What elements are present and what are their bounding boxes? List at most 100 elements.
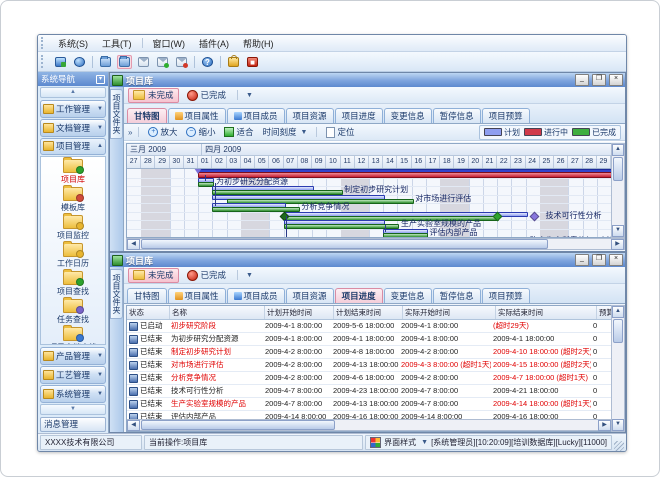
menu-item-3[interactable]: 插件(A) <box>192 36 236 51</box>
tab-7[interactable]: 项目预算 <box>482 288 530 303</box>
sidebar-tab-messages[interactable]: 消息管理 <box>40 417 106 432</box>
scroll-up-icon[interactable]: ▲ <box>612 306 624 318</box>
table-row-6[interactable]: 已结束生产实验室规模的产品2009-4-7 8:00:002009-4-13 1… <box>127 398 611 411</box>
menu-item-0[interactable]: 系统(S) <box>51 36 95 51</box>
tab-6[interactable]: 暂停信息 <box>433 108 481 123</box>
table-row-7[interactable]: 已结束评估内部产品2009-4-14 8:00:002009-4-16 18:0… <box>127 411 611 419</box>
tab-4[interactable]: 项目进度 <box>335 108 383 123</box>
overflow-chevron-icon[interactable]: » <box>128 128 132 137</box>
column-header-0[interactable]: 状态 <box>127 306 170 319</box>
tab-2[interactable]: 项目成员 <box>227 108 285 123</box>
sidebar-group-top-0[interactable]: 工作管理▼ <box>40 100 106 118</box>
scroll-down-icon[interactable]: ▼ <box>612 419 624 431</box>
scroll-right-icon[interactable]: ▶ <box>611 239 624 250</box>
table-vscrollbar[interactable]: ▲ ▼ <box>611 305 625 432</box>
column-header-6[interactable]: 预算 <box>597 306 611 319</box>
sidebar-group-bottom-2[interactable]: 系统管理▼ <box>40 385 106 403</box>
gantt-hscrollbar[interactable]: ◀ ▶ <box>126 238 625 250</box>
workspace-icon[interactable] <box>53 55 68 69</box>
sidebar-item-1[interactable]: 模板库 <box>41 187 105 213</box>
zoom-in-button[interactable]: +放大 <box>145 125 180 139</box>
filter-1[interactable]: 已完成 <box>182 88 232 103</box>
lock-icon[interactable] <box>226 55 241 69</box>
minimize-button[interactable]: _ <box>575 74 589 86</box>
open-folder-icon[interactable] <box>98 55 113 69</box>
sidebar-collapse-bottom[interactable]: ▼ <box>40 404 106 415</box>
hscroll-thumb[interactable] <box>141 239 548 249</box>
filter-1[interactable]: 已完成 <box>182 268 232 283</box>
tab-4[interactable]: 项目进度 <box>335 288 383 303</box>
save-folder-icon[interactable] <box>117 55 132 69</box>
restore-button[interactable]: ❐ <box>592 254 606 266</box>
sidebar-collapse-top[interactable]: ▲ <box>40 87 106 98</box>
window-titlebar[interactable]: 项目库 _ ❐ × <box>110 253 625 267</box>
column-header-5[interactable]: 实际结束时间 <box>496 306 597 319</box>
tab-5[interactable]: 变更信息 <box>384 288 432 303</box>
project-folder-vtab[interactable]: 项目文件夹 <box>110 269 123 319</box>
menubar-grip[interactable] <box>41 37 48 48</box>
sidebar-item-3[interactable]: 工作日历 <box>41 243 105 269</box>
tab-3[interactable]: 项目资源 <box>286 288 334 303</box>
gantt-vscrollbar[interactable]: ▲ ▼ <box>611 143 625 238</box>
tab-0[interactable]: 甘特图 <box>127 108 167 123</box>
tab-3[interactable]: 项目资源 <box>286 108 334 123</box>
menu-item-4[interactable]: 帮助(H) <box>236 36 281 51</box>
window-titlebar[interactable]: 项目库 _ ❐ × <box>110 73 625 87</box>
exit-icon[interactable]: ■ <box>245 55 260 69</box>
sidebar-group-bottom-1[interactable]: 工艺管理▼ <box>40 366 106 384</box>
close-button[interactable]: × <box>609 74 623 86</box>
table-row-3[interactable]: 已结束对市场进行评估2009-4-2 8:00:002009-4-13 18:0… <box>127 359 611 372</box>
tab-2[interactable]: 项目成员 <box>227 288 285 303</box>
report-new-icon[interactable] <box>174 55 189 69</box>
scroll-up-icon[interactable]: ▲ <box>612 144 624 156</box>
table-row-4[interactable]: 已结束分析竞争情况2009-4-2 8:00:002009-4-6 18:00:… <box>127 372 611 385</box>
sidebar-item-5[interactable]: 任务查找 <box>41 299 105 325</box>
menu-item-2[interactable]: 窗口(W) <box>146 36 193 51</box>
help-icon[interactable]: ? <box>200 55 215 69</box>
sidebar-item-6[interactable]: 项目文档查找 <box>41 327 105 346</box>
time-scale-button[interactable]: 时间刻度▼ <box>260 125 311 139</box>
table-row-5[interactable]: 已结束技术可行性分析2009-4-7 8:00:002009-4-23 18:0… <box>127 385 611 398</box>
ui-style-button[interactable]: 界面样式 ▼ [系统管理员][10:20:09][培训数据库][Lucky][1… <box>365 435 612 450</box>
toolbar-grip[interactable] <box>41 55 48 68</box>
close-button[interactable]: × <box>609 254 623 266</box>
tab-7[interactable]: 项目预算 <box>482 108 530 123</box>
scroll-left-icon[interactable]: ◀ <box>127 239 140 250</box>
table-row-2[interactable]: 已结束制定初步研究计划2009-4-2 8:00:002009-4-8 18:0… <box>127 346 611 359</box>
column-header-2[interactable]: 计划开始时间 <box>265 306 334 319</box>
menu-item-1[interactable]: 工具(T) <box>95 36 139 51</box>
hscroll-thumb[interactable] <box>141 420 335 430</box>
scroll-right-icon[interactable]: ▶ <box>598 420 611 431</box>
resize-grip[interactable] <box>614 441 624 451</box>
column-header-1[interactable]: 名称 <box>170 306 265 319</box>
zoom-out-button[interactable]: −缩小 <box>183 125 218 139</box>
minimize-button[interactable]: _ <box>575 254 589 266</box>
sidebar-group-bottom-0[interactable]: 产品管理▼ <box>40 347 106 365</box>
project-folder-vtab[interactable]: 项目文件夹 <box>110 89 123 139</box>
sidebar-group-top-1[interactable]: 文档管理▼ <box>40 119 106 137</box>
filter-dropdown-icon[interactable]: ▼ <box>246 272 253 279</box>
sidebar-item-2[interactable]: 项目监控 <box>41 215 105 241</box>
report-icon[interactable] <box>136 55 151 69</box>
table-row-0[interactable]: 已启动初步研究阶段2009-4-1 8:00:002009-5-6 18:00:… <box>127 320 611 333</box>
pin-icon[interactable]: ▾ <box>96 75 105 84</box>
fit-button[interactable]: 适合 <box>221 125 256 139</box>
column-header-4[interactable]: 实际开始时间 <box>403 306 496 319</box>
globe-icon[interactable] <box>72 55 87 69</box>
tab-5[interactable]: 变更信息 <box>384 108 432 123</box>
sidebar-item-4[interactable]: 项目查找 <box>41 271 105 297</box>
restore-button[interactable]: ❐ <box>592 74 606 86</box>
gantt-grid[interactable]: 为初步研究分配资源制定初步研究计划对市场进行评估分析竞争情况技术可行性分析生产实… <box>127 169 611 237</box>
table-hscrollbar[interactable]: ◀ ▶ <box>127 419 611 431</box>
filter-active-0[interactable]: 未完成 <box>128 88 179 103</box>
sidebar-group-project[interactable]: 项目管理 ▲ <box>40 138 106 155</box>
filter-dropdown-icon[interactable]: ▼ <box>246 92 253 99</box>
scroll-down-icon[interactable]: ▼ <box>612 225 624 237</box>
scroll-left-icon[interactable]: ◀ <box>127 420 140 431</box>
sidebar-item-0[interactable]: 项目库 <box>41 159 105 185</box>
locate-button[interactable]: 定位 <box>323 125 357 139</box>
tab-1[interactable]: 项目属性 <box>168 108 226 123</box>
table-row-1[interactable]: 已结束为初步研究分配资源2009-4-1 8:00:002009-4-1 18:… <box>127 333 611 346</box>
column-header-3[interactable]: 计划结束时间 <box>334 306 403 319</box>
tab-6[interactable]: 暂停信息 <box>433 288 481 303</box>
